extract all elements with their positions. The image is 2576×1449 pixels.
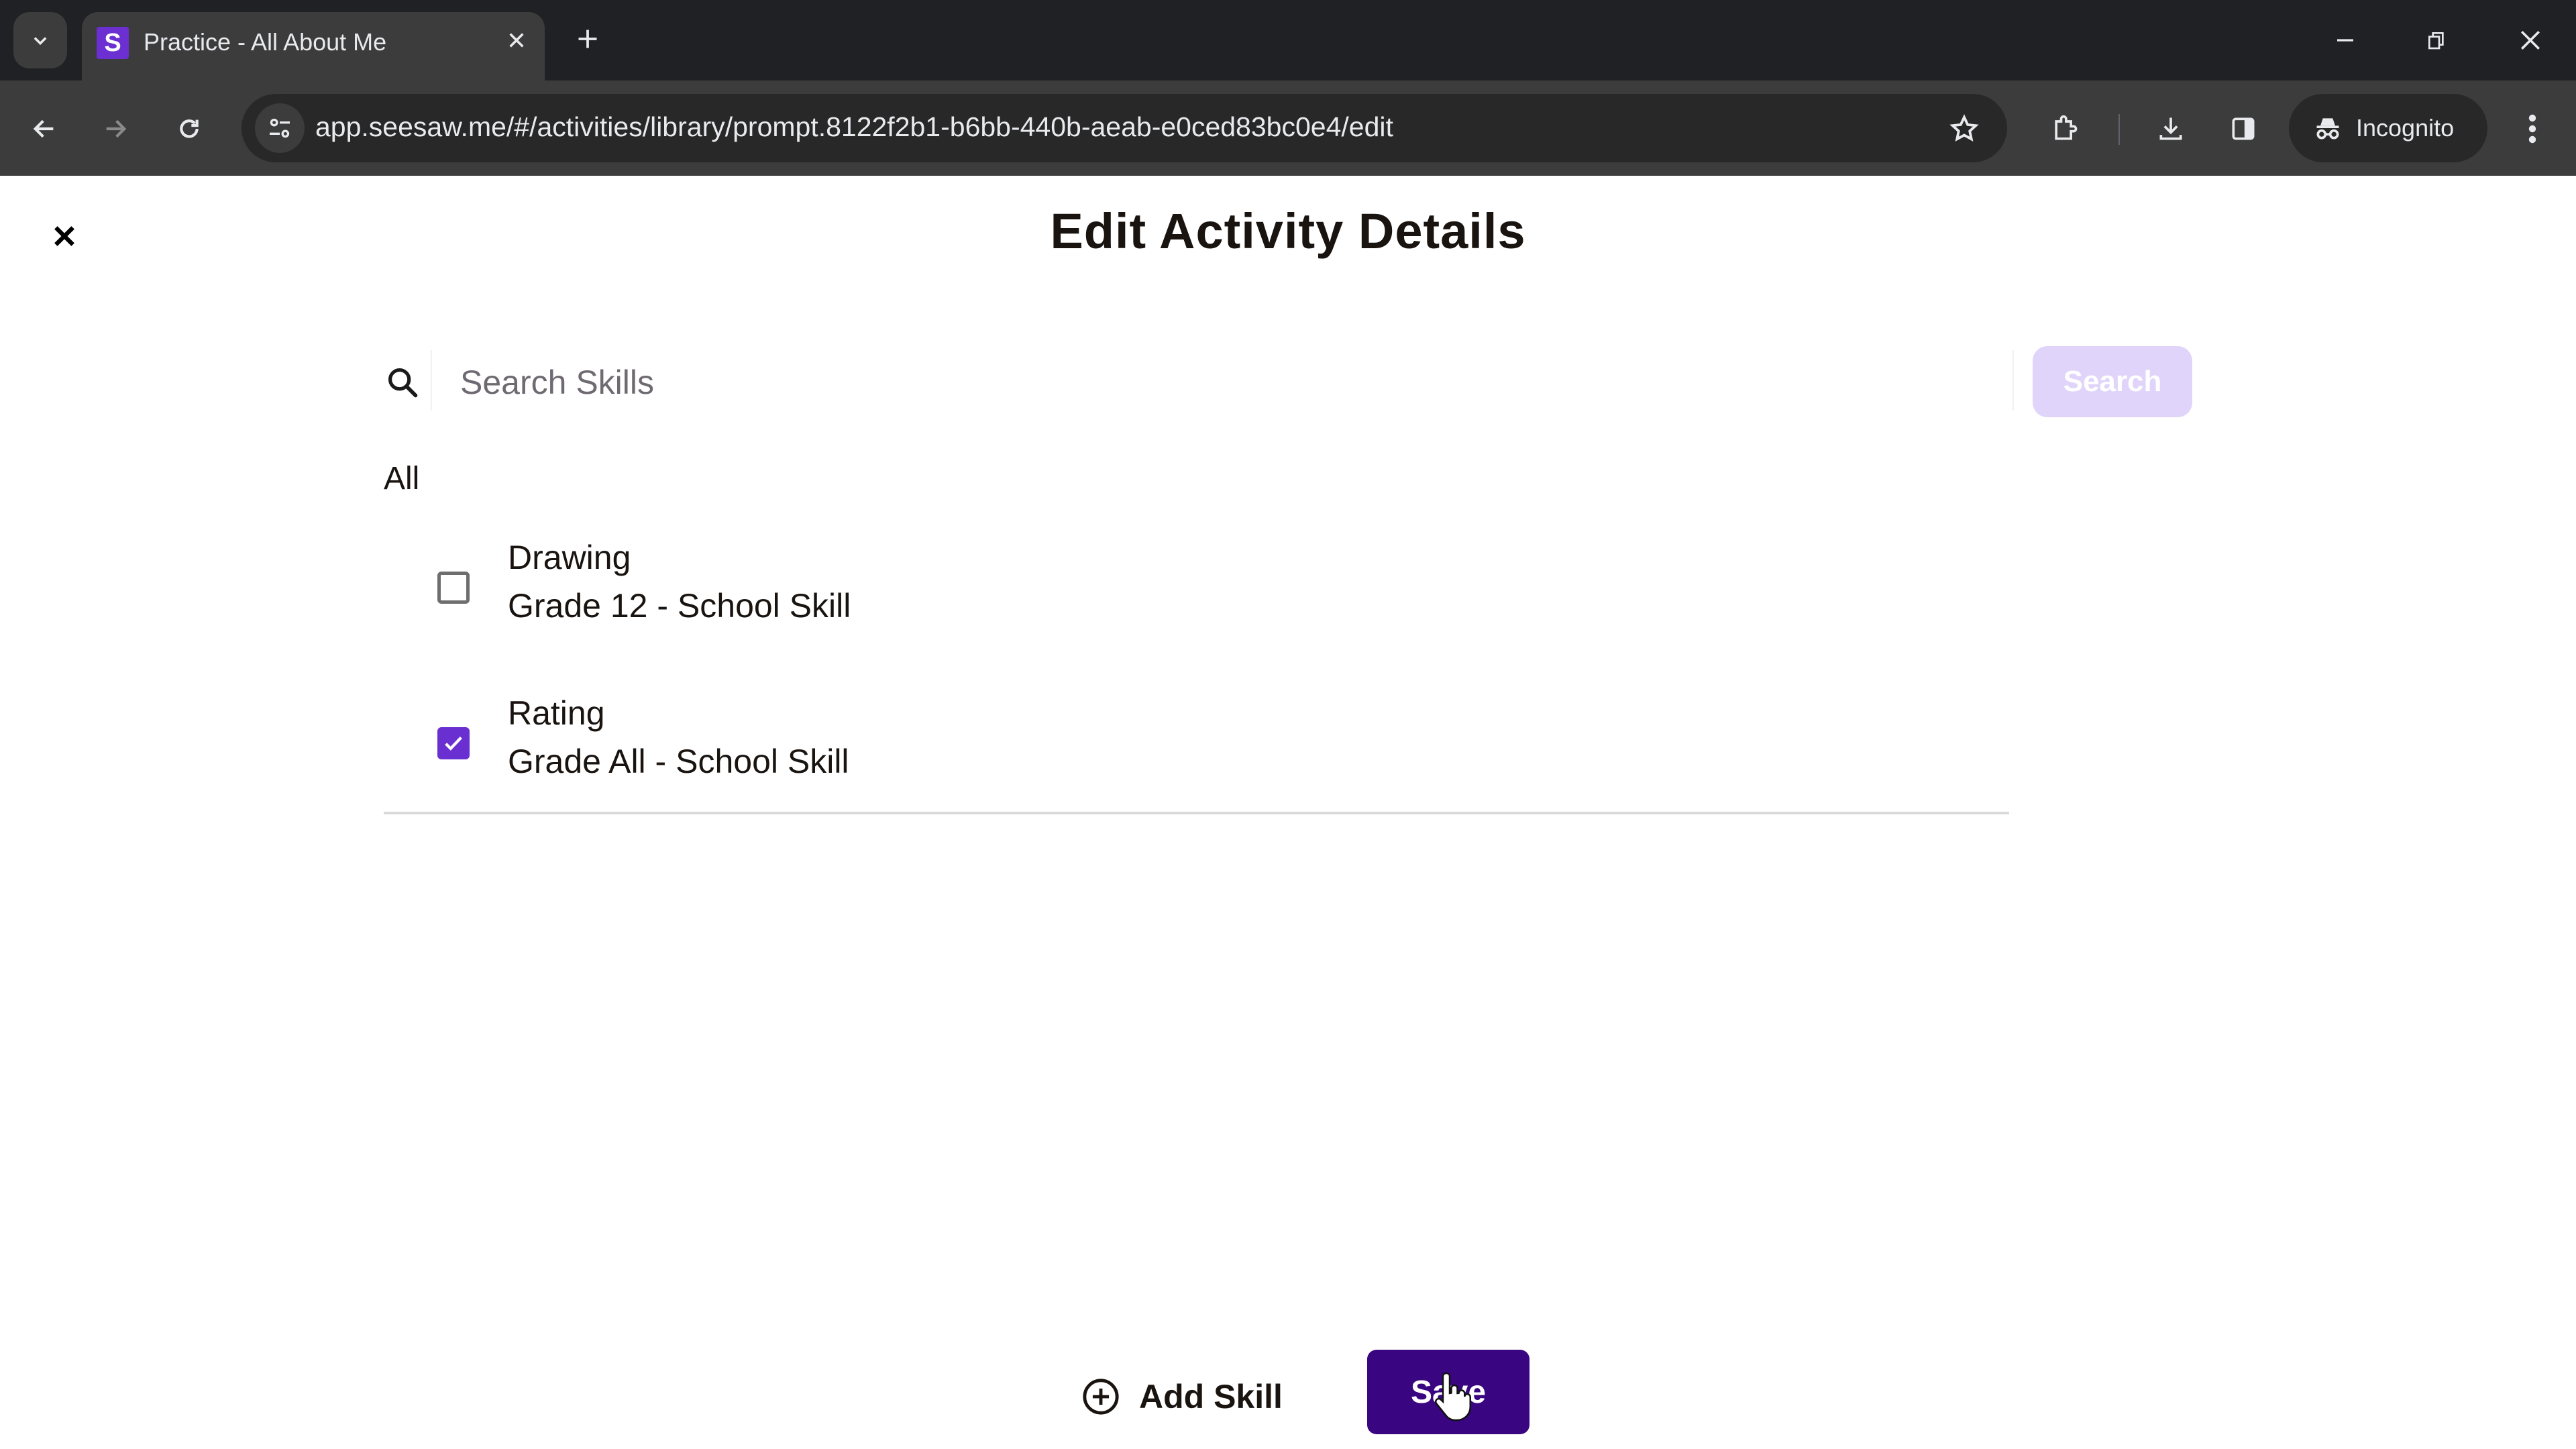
restore-button[interactable] <box>2403 13 2470 67</box>
reload-icon <box>180 119 199 138</box>
browser-tab[interactable]: S Practice - All About Me <box>82 12 545 80</box>
incognito-indicator[interactable]: Incognito <box>2289 94 2487 162</box>
edit-activity-details-page: Edit Activity Details Search All Drawing… <box>0 176 2576 1449</box>
search-divider-right <box>2012 350 2014 411</box>
chevron-down-icon <box>34 37 47 46</box>
reload-button[interactable] <box>168 107 211 150</box>
kebab-menu-icon <box>2528 114 2536 144</box>
skill-item-rating[interactable]: Rating Grade All - School Skill <box>384 694 2007 801</box>
extensions-button[interactable] <box>2043 107 2086 150</box>
search-skills-input[interactable] <box>459 353 2004 412</box>
address-bar[interactable]: app.seesaw.me/#/activities/library/promp… <box>241 94 2007 162</box>
skill-checkbox-drawing[interactable] <box>437 572 470 604</box>
browser-chrome: S Practice - All About Me app.seesaw.me/… <box>0 0 2576 176</box>
save-button[interactable]: Save <box>1367 1350 1529 1434</box>
add-skill-button[interactable]: Add Skill <box>1081 1370 1283 1424</box>
search-icon <box>388 368 418 398</box>
back-icon <box>33 119 54 138</box>
site-info-icon <box>270 118 290 138</box>
skill-item-drawing[interactable]: Drawing Grade 12 - School Skill <box>384 538 2007 645</box>
new-tab-icon <box>578 30 597 48</box>
skill-name: Drawing <box>508 539 631 576</box>
skills-list-divider <box>384 812 2009 814</box>
back-button[interactable] <box>23 107 66 150</box>
minimize-button[interactable] <box>2312 13 2379 67</box>
seesaw-favicon-icon: S <box>97 27 129 59</box>
url-text[interactable]: app.seesaw.me/#/activities/library/promp… <box>315 111 1393 143</box>
restore-icon <box>2428 32 2444 50</box>
forward-icon <box>106 119 127 138</box>
tab-strip: S Practice - All About Me <box>0 0 2576 80</box>
checkmark-icon <box>445 737 462 751</box>
browser-toolbar: app.seesaw.me/#/activities/library/promp… <box>0 80 2576 176</box>
add-skill-label: Add Skill <box>1139 1378 1283 1415</box>
new-tab-button[interactable] <box>568 19 608 59</box>
skill-detail: Grade All - School Skill <box>508 743 849 780</box>
download-icon <box>2159 117 2182 140</box>
window-close-button[interactable] <box>2497 13 2564 67</box>
skills-filter-label: All <box>384 461 420 496</box>
skill-checkbox-rating[interactable] <box>437 727 470 759</box>
tab-search-button[interactable] <box>13 12 67 68</box>
skill-detail: Grade 12 - School Skill <box>508 587 851 625</box>
tab-title: Practice - All About Me <box>144 28 387 56</box>
plus-circle-icon <box>1083 1379 1119 1415</box>
forward-button[interactable] <box>94 107 137 150</box>
search-button[interactable]: Search <box>2033 346 2192 417</box>
downloads-button[interactable] <box>2149 107 2192 150</box>
bookmark-star-icon <box>1949 114 1979 142</box>
incognito-icon <box>2316 118 2339 140</box>
site-info-button[interactable] <box>255 103 305 153</box>
minimize-icon <box>2337 39 2353 42</box>
window-close-icon <box>2520 30 2540 50</box>
search-divider <box>431 350 432 411</box>
browser-menu-button[interactable] <box>2512 107 2553 150</box>
close-icon <box>509 33 524 48</box>
side-panel-icon <box>2232 117 2255 140</box>
skill-search-bar <box>376 346 2194 417</box>
bookmark-button[interactable] <box>1944 109 1984 149</box>
toolbar-separator <box>2118 114 2120 145</box>
side-panel-button[interactable] <box>2222 107 2265 150</box>
extensions-icon <box>2055 115 2078 140</box>
tab-close-button[interactable] <box>498 21 535 59</box>
page-title: Edit Activity Details <box>1050 203 1526 259</box>
incognito-label: Incognito <box>2356 114 2455 142</box>
skill-name: Rating <box>508 694 605 732</box>
